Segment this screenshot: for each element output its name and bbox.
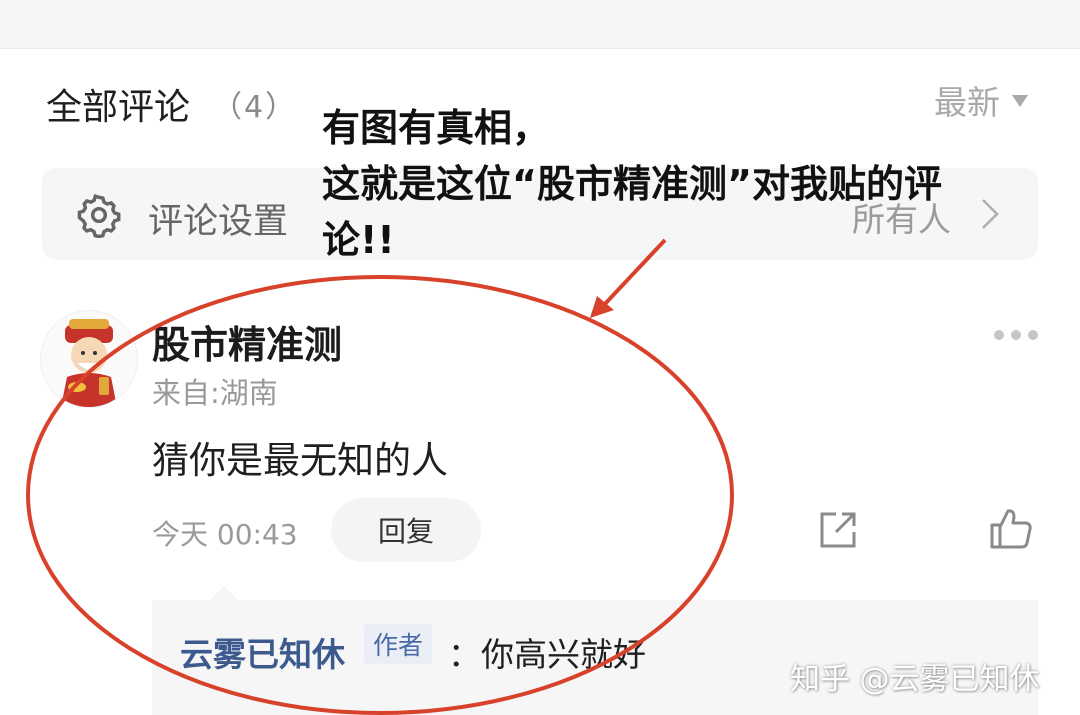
annotation-arrowhead [590, 296, 614, 318]
gear-icon [77, 194, 121, 238]
share-icon[interactable] [816, 508, 860, 552]
more-icon[interactable] [994, 330, 1038, 340]
reply-text: ：你高兴就好 [448, 635, 646, 674]
reply-author[interactable]: 云雾已知休 [180, 628, 345, 676]
comment-username[interactable]: 股市精准测 [152, 314, 342, 369]
reply-pointer [210, 586, 238, 600]
avatar[interactable] [40, 310, 138, 408]
comment-text: 猜你是最无知的人 [152, 439, 448, 482]
like-icon[interactable] [988, 505, 1034, 551]
comment-settings-label: 评论设置 [148, 202, 289, 242]
annotation-text: 有图有真相， 这就是这位“股市精准测”对我贴的评 论!! [322, 100, 1022, 268]
annotation-line-1: 有图有真相， [322, 106, 551, 150]
comment-location: 来自:湖南 [152, 376, 278, 410]
annotation-line-2: 这就是这位“股市精准测”对我贴的评 [322, 162, 942, 206]
annotation-line-3: 论!! [322, 218, 395, 262]
comments-heading: 全部评论 [46, 87, 191, 128]
author-badge: 作者 [364, 624, 433, 664]
watermark: 知乎 @云雾已知休 [790, 662, 1040, 697]
comment-count: （4） [212, 90, 298, 125]
top-band [0, 0, 1080, 49]
reply-button[interactable]: 回复 [331, 498, 481, 562]
comment-time: 今天 00:43 [152, 518, 298, 551]
